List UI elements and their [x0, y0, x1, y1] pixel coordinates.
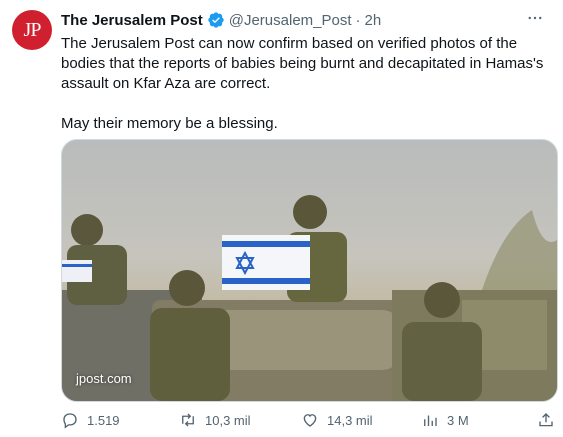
photo-illustration: [62, 195, 557, 401]
tweet-paragraph: May their memory be a blessing.: [61, 115, 278, 132]
author-handle[interactable]: @Jerusalem_Post: [229, 12, 352, 29]
share-button[interactable]: [537, 407, 563, 433]
tweet-paragraph: The Jerusalem Post can now confirm based…: [61, 35, 544, 92]
author-name[interactable]: The Jerusalem Post: [61, 12, 203, 29]
repost-button[interactable]: 10,3 mil: [179, 407, 251, 433]
photo-watermark: jpost.com: [76, 371, 132, 386]
avatar-logo-text: JP: [23, 18, 42, 41]
verified-badge-icon[interactable]: [207, 11, 225, 29]
views-button[interactable]: 3 M: [421, 407, 469, 433]
tweet-card[interactable]: JP The Jerusalem Post @Jerusalem_Post · …: [0, 0, 563, 437]
reply-button[interactable]: 1.519: [61, 407, 120, 433]
views-chart-icon: [424, 415, 437, 426]
heart-icon: [303, 414, 317, 427]
separator-dot: ·: [355, 11, 361, 29]
share-icon: [539, 413, 553, 427]
views-count: 3 M: [447, 412, 469, 428]
repost-count: 10,3 mil: [205, 412, 251, 428]
tweet-actions: 1.519 10,3 mil 14,3 mil 3 M: [61, 407, 556, 433]
like-button[interactable]: 14,3 mil: [301, 407, 373, 433]
tweet-time[interactable]: 2h: [365, 12, 382, 29]
tweet-text: The Jerusalem Post can now confirm based…: [61, 34, 551, 134]
reply-icon: [63, 413, 77, 429]
more-options-icon[interactable]: [523, 8, 547, 28]
tweet-header: The Jerusalem Post @Jerusalem_Post · 2h: [61, 10, 547, 30]
repost-icon: [182, 413, 194, 427]
tweet-photo[interactable]: jpost.com: [61, 139, 558, 402]
like-count: 14,3 mil: [327, 412, 373, 428]
avatar[interactable]: JP: [12, 10, 52, 50]
reply-count: 1.519: [87, 412, 120, 428]
